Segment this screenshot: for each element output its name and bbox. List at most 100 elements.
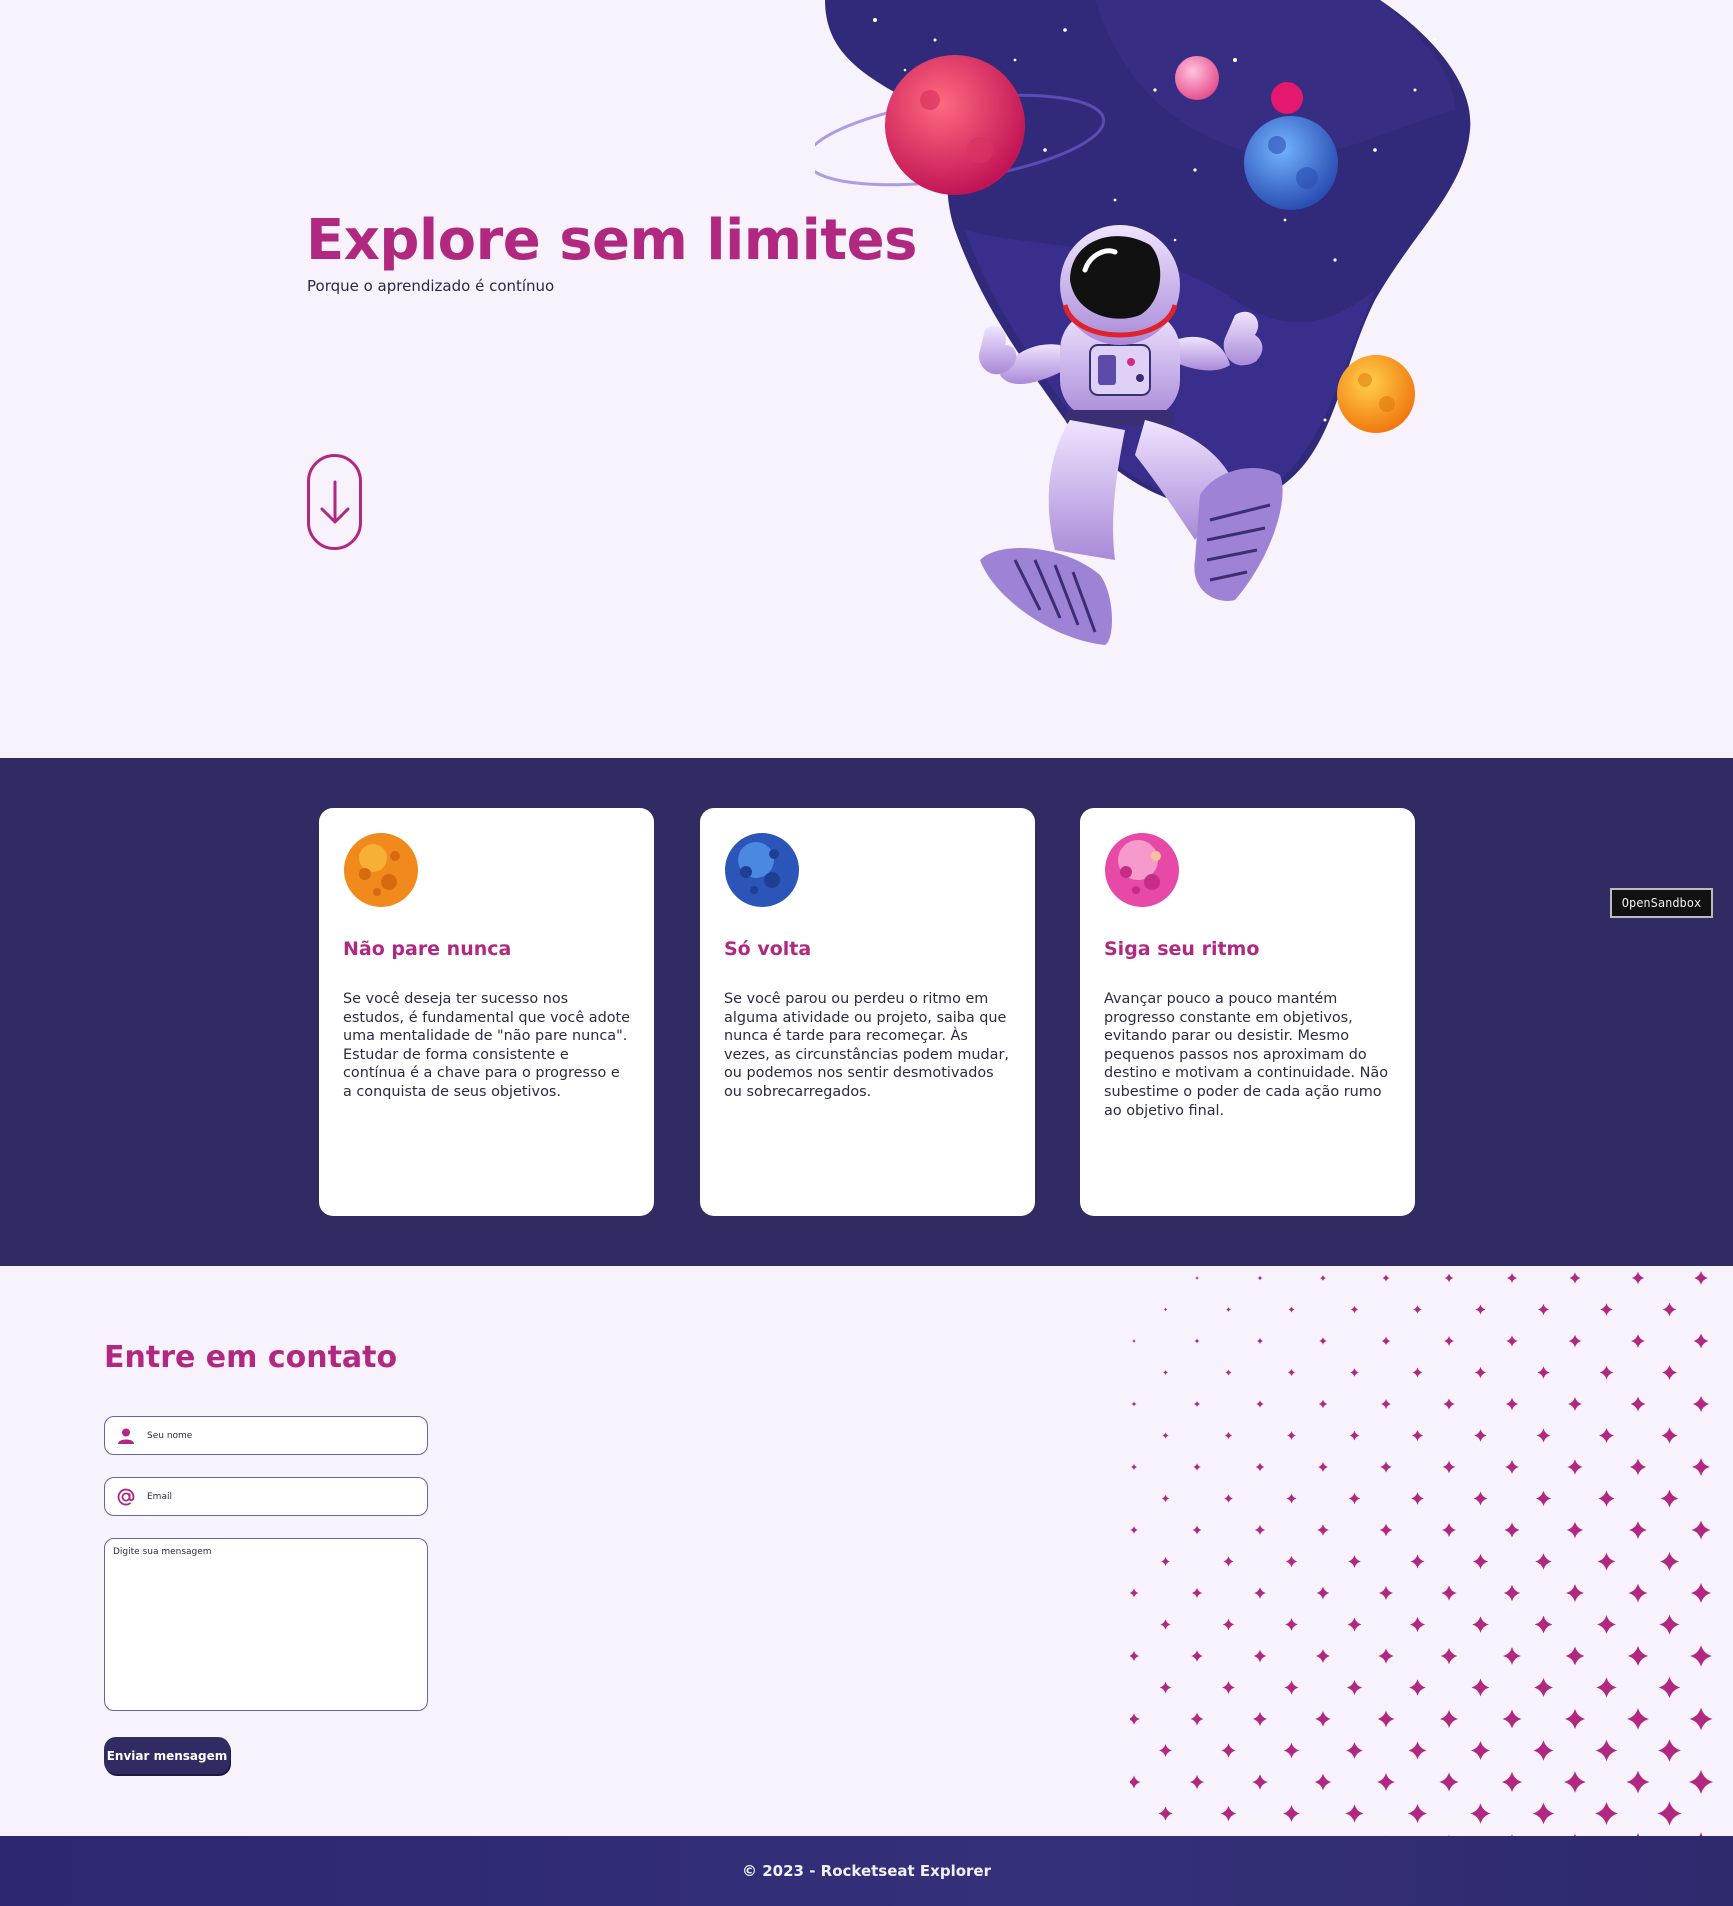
sparkle-star-icon [1689,1707,1713,1731]
sparkle-star-icon [1252,1711,1268,1727]
sparkle-star-icon [1163,1370,1168,1375]
sparkle-star-icon [1130,1650,1140,1662]
sparkle-star-icon [1658,1676,1681,1699]
contact-section: Entre em contato Enviar mensagem [0,1266,1733,1836]
card-text: Se você deseja ter sucesso nos estudos, … [343,991,631,1100]
sparkle-star-icon [1536,1428,1551,1443]
sparkle-star-icon [1161,1494,1170,1503]
sparkle-star-icon [1221,1743,1236,1758]
sparkle-star-icon [1600,1303,1613,1316]
sparkle-star-icon [1191,1650,1203,1662]
sparkle-star-icon [1193,1400,1201,1408]
sparkle-star-icon [1626,1770,1650,1794]
sparkle-star-icon [1472,1616,1489,1633]
sparkle-star-icon [1502,1709,1522,1729]
send-message-button[interactable]: Enviar mensagem [104,1737,230,1774]
sparkle-star-icon [1159,1744,1172,1757]
sparkle-star-icon [1501,1771,1523,1793]
sparkle-star-icon [1315,1648,1331,1664]
sparkle-star-icon [1317,1461,1329,1473]
sparkle-star-icon [1595,1739,1618,1762]
sparkle-star-icon [1254,1587,1266,1599]
sparkle-star-icon [1594,1801,1619,1826]
sparkle-star-icon [1190,1712,1204,1726]
card-title: Só volta [724,938,812,960]
sparkle-star-icon [1411,1492,1424,1505]
sparkle-star-icon [1692,1395,1710,1413]
sparkle-star-icon [1690,1645,1712,1667]
sparkle-star-icon [1253,1649,1267,1663]
sparkle-star-icon [1532,1802,1555,1825]
sparkle-star-icon [1220,1805,1237,1822]
sparkle-star-icon [1659,1551,1680,1572]
card-text: Se você parou ou perdeu o ritmo em algum… [724,991,1009,1100]
user-icon [115,1425,137,1447]
sparkle-star-icon [1535,1490,1552,1507]
sparkle-star-icon [1537,1303,1550,1316]
sparkle-star-icon [1345,1804,1364,1823]
sparkle-star-icon [1222,1618,1235,1631]
sparkle-star-icon [1506,1335,1518,1347]
email-input[interactable] [147,1491,427,1502]
sparkle-star-icon [1162,1432,1169,1439]
sparkle-star-icon [1256,1400,1264,1408]
sparkle-star-icon [1131,1401,1137,1407]
sparkle-star-icon [1507,1273,1517,1283]
sparkle-star-icon [1194,1338,1200,1344]
sparkle-star-icon [1473,1491,1488,1506]
sparkle-star-icon [1564,1771,1586,1793]
sparkle-star-icon [1319,1274,1327,1282]
sparkle-star-icon [1470,1803,1491,1824]
sparkle-star-icon [1439,1772,1459,1792]
sparkle-star-icon [1222,1681,1235,1694]
sparkle-star-icon [1283,1742,1300,1759]
sparkle-star-icon [1318,1399,1328,1409]
scroll-down-button[interactable] [307,454,362,550]
sparkle-star-icon [1408,1741,1427,1760]
sandbox-badge[interactable]: OpenSandbox [1610,888,1713,918]
astronaut-illustration [815,0,1471,645]
sparkle-star-icon [1283,1805,1300,1822]
sparkle-star-icon [1535,1553,1552,1570]
sparkle-star-icon [1444,1336,1454,1346]
sparkle-stars-decoration [1130,1271,1714,1836]
orange-planet-icon [344,833,418,907]
sparkle-star-icon [1410,1554,1425,1569]
sparkle-star-icon [1130,1463,1138,1471]
message-field[interactable] [104,1538,428,1711]
card-text: Avançar pouco a pouco mantém progresso c… [1104,991,1389,1119]
sparkle-star-icon [1346,1742,1363,1759]
sparkle-star-icon [1662,1302,1677,1317]
sparkle-star-icon [1412,1367,1423,1378]
name-input[interactable] [147,1430,427,1441]
sparkle-star-icon [1252,1774,1268,1790]
sparkle-star-icon [1470,1740,1491,1761]
card-nao-pare-nunca: Não pare nunca Se você deseja ter sucess… [319,808,654,1216]
sparkle-star-icon [1598,1490,1615,1507]
message-textarea[interactable] [113,1547,419,1702]
sparkle-star-icon [1474,1429,1487,1442]
sparkle-star-icon [1379,1523,1393,1537]
sparkle-star-icon [1350,1368,1359,1377]
card-title: Siga seu ritmo [1104,938,1260,960]
sparkle-star-icon [1130,1775,1141,1789]
sparkle-star-icon [1471,1678,1490,1697]
sparkle-star-icon [1505,1397,1519,1411]
sparkle-star-icon [1627,1708,1649,1730]
sparkle-star-icon [1690,1582,1712,1604]
sparkle-star-icon [1568,1397,1582,1411]
sparkle-star-icon [1411,1429,1424,1442]
sparkle-star-icon [1692,1458,1710,1476]
sparkle-star-icon [1288,1306,1295,1313]
sparkle-star-icon [1225,1369,1232,1376]
sparkle-star-icon [1130,1588,1139,1598]
sparkle-star-icon [1377,1773,1395,1791]
sparkle-star-icon [1533,1677,1554,1698]
name-field[interactable] [104,1416,428,1455]
sparkle-star-icon [1189,1774,1205,1790]
email-field[interactable] [104,1477,428,1516]
sparkle-star-icon [1130,1526,1138,1534]
sparkle-star-icon [1378,1648,1394,1664]
sparkle-star-icon [1694,1271,1708,1285]
sparkle-star-icon [1377,1710,1395,1728]
